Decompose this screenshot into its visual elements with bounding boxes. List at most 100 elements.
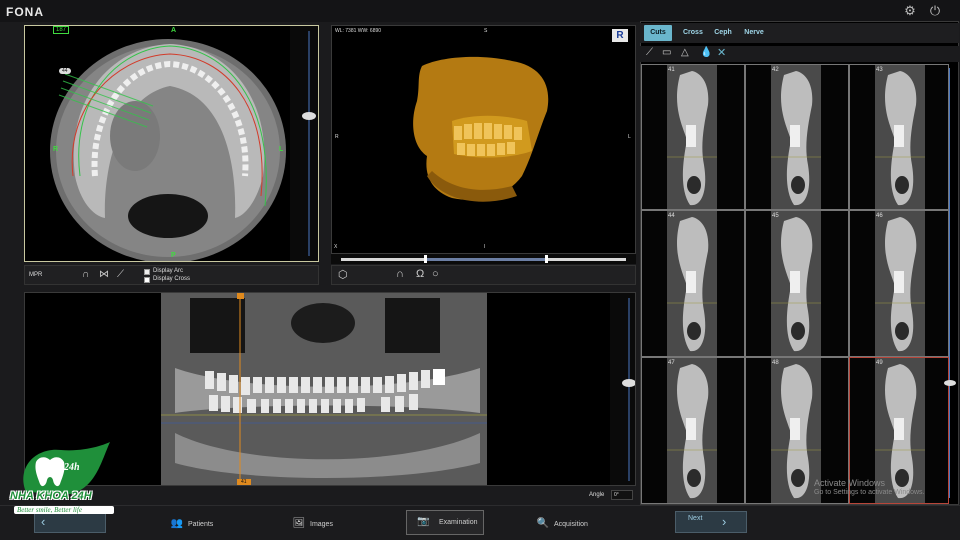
cut-number: 45 <box>772 213 779 219</box>
orientation-posterior: P <box>171 252 176 259</box>
panoramic-image <box>25 293 636 485</box>
triangle-icon[interactable]: △ <box>681 47 689 58</box>
cuts-grid: 41 42 43 44 45 46 47 48 49 <box>641 64 949 504</box>
cut-cell[interactable]: 47 <box>641 357 745 504</box>
tab-ceph[interactable]: Ceph <box>710 25 736 41</box>
tab-nerve[interactable]: Nerve <box>740 25 768 41</box>
cut-cell[interactable]: 44 <box>641 210 745 357</box>
orientation-right: R <box>335 134 339 140</box>
bottom-nav: ‹ 👥 Patients 🖼 Images 📷 Examination 🔍 Acqui… <box>0 505 960 540</box>
display-arc-checkbox[interactable] <box>144 269 150 275</box>
orientation-right: R <box>53 146 59 153</box>
display-arc-label: Display Arc <box>153 268 184 274</box>
cut-number: 43 <box>876 67 883 73</box>
line-tool-icon[interactable]: ⟋ <box>117 269 124 280</box>
slice-number-badge: 187 <box>53 26 70 34</box>
volume-threshold-slider[interactable] <box>331 254 636 264</box>
settings-gear-icon[interactable]: ⚙ <box>902 3 918 19</box>
app-window: { "app": {"name": "FONA"}, "axial": {"sl… <box>0 0 960 540</box>
orientation-anterior: A <box>171 27 177 34</box>
cut-number: 44 <box>668 213 675 219</box>
arch-cross-icon[interactable]: ⋈ <box>99 269 109 280</box>
orientation-left: L <box>628 134 631 140</box>
display-cross-checkbox[interactable] <box>144 277 150 283</box>
cut-number: 49 <box>876 360 883 366</box>
tooth-top-icon[interactable]: ○ <box>432 268 439 280</box>
angle-value[interactable]: 0° <box>611 490 633 500</box>
panoramic-view[interactable]: 41 <box>24 292 636 486</box>
cut-cell[interactable]: 45 <box>745 210 849 357</box>
volume-render-image <box>332 26 635 253</box>
mpr-button[interactable]: MPR <box>29 272 42 278</box>
orientation-left: L <box>279 146 284 153</box>
tooth-front-icon[interactable]: ∩ <box>396 268 404 280</box>
drop-icon[interactable]: 💧 <box>700 47 712 58</box>
display-cross-label: Display Cross <box>153 276 191 282</box>
pano-cursor-top-tag[interactable] <box>237 293 244 299</box>
nav-acquisition[interactable]: 🔍 Acquisition <box>536 514 588 534</box>
angle-label: Angle <box>589 492 605 498</box>
angle-row: Angle 0° <box>24 488 636 502</box>
patients-icon: 👥 <box>170 518 184 529</box>
slider-handle-max[interactable] <box>545 255 548 263</box>
close-icon[interactable]: ✕ <box>717 46 726 59</box>
cross-section-image <box>771 211 821 356</box>
search-icon: 🔍 <box>536 518 550 529</box>
axis-x-label: X <box>334 244 338 250</box>
top-bar: FONA ⚙ ⏻ <box>0 0 960 22</box>
cut-number: 41 <box>668 67 675 73</box>
next-button-label: Next <box>688 515 703 522</box>
axial-view[interactable]: 187 44 A R L P <box>24 25 319 263</box>
ruler-icon[interactable]: ⟋ <box>646 47 653 58</box>
camera-icon: 📷 <box>417 516 430 527</box>
cut-cell[interactable]: 46 <box>849 210 949 357</box>
nav-patients-label: Patients <box>188 520 214 528</box>
tab-cuts[interactable]: Cuts <box>644 25 672 41</box>
cut-cell[interactable]: 43 <box>849 64 949 210</box>
cut-cell[interactable]: 41 <box>641 64 745 210</box>
pano-cursor-bottom-label[interactable]: 41 <box>237 479 251 485</box>
cross-section-image <box>667 358 717 503</box>
slider-handle-min[interactable] <box>424 255 427 263</box>
cross-section-image <box>875 211 925 356</box>
axial-toolbar: MPR ∩ ⋈ ⟋ Display Arc Display Cross <box>24 265 319 285</box>
tooth-side-icon[interactable]: Ω <box>416 268 424 280</box>
cuts-tabs: Cuts Cross Ceph Nerve <box>640 23 959 43</box>
cuts-slider[interactable] <box>942 64 958 504</box>
cut-number: 48 <box>772 360 779 366</box>
screen-icon[interactable]: ▭ <box>662 47 671 58</box>
volume-toolbar: ⬡ ∩ Ω ○ <box>331 265 636 285</box>
cut-cell[interactable]: 42 <box>745 64 849 210</box>
nav-examination-label: Examination <box>439 519 478 526</box>
orientation-inferior: I <box>484 244 486 250</box>
cube-icon[interactable]: ⬡ <box>338 268 348 281</box>
cuts-toolbar: ⟋ ▭ △ 💧 ✕ <box>640 46 959 62</box>
nav-images[interactable]: 🖼 Images <box>292 514 333 534</box>
arc-marker-badge[interactable]: 44 <box>59 68 71 74</box>
watermark-subtitle: Go to Settings to activate Windows. <box>814 489 925 496</box>
window-level-readout: WL: 7381 WW: 6890 <box>335 28 382 34</box>
cut-number: 42 <box>772 67 779 73</box>
view-cube-badge[interactable]: R <box>612 29 628 42</box>
nav-patients[interactable]: 👥 Patients <box>170 514 214 534</box>
brand-overlay: 24h NHA KHOA 24H Better smile, Better li… <box>6 442 114 526</box>
activate-windows-watermark: Activate Windows Go to Settings to activ… <box>814 478 925 498</box>
cuts-slider-handle[interactable] <box>944 380 956 386</box>
brand-slogan: Better smile, Better life <box>14 506 114 514</box>
cross-section-image <box>667 65 717 209</box>
cut-number: 46 <box>876 213 883 219</box>
app-logo: FONA <box>6 5 44 19</box>
nav-examination[interactable]: 📷 Examination <box>406 510 484 535</box>
brand-badge: 24h <box>64 462 80 473</box>
arch-icon[interactable]: ∩ <box>82 269 89 280</box>
tab-cross[interactable]: Cross <box>679 25 705 41</box>
next-button[interactable]: Next › <box>675 511 747 533</box>
power-icon[interactable]: ⏻ <box>927 3 943 19</box>
orientation-superior: S <box>484 28 488 34</box>
nav-images-label: Images <box>310 520 333 528</box>
cut-number: 47 <box>668 360 675 366</box>
axial-slice-image <box>25 26 318 263</box>
volume-3d-view[interactable]: WL: 7381 WW: 6890 R S R L I X <box>331 25 636 254</box>
watermark-title: Activate Windows <box>814 478 886 488</box>
chevron-right-icon: › <box>722 514 727 529</box>
